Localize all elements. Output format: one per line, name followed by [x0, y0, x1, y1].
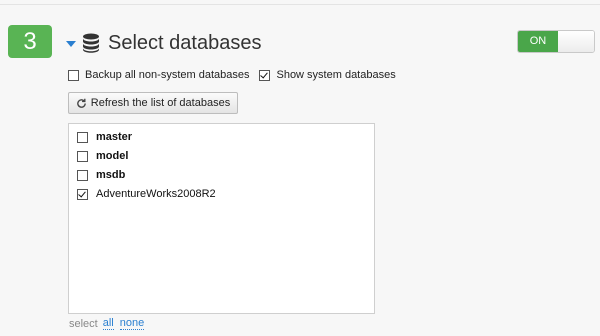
database-options: Backup all non-system databases Show sys… — [68, 69, 396, 81]
step-number-badge: 3 — [8, 25, 52, 58]
database-checkbox[interactable] — [77, 188, 88, 200]
select-none-link[interactable]: none — [119, 317, 145, 330]
database-checkbox[interactable] — [77, 169, 88, 181]
top-divider — [0, 4, 600, 5]
select-all-link[interactable]: all — [102, 317, 114, 330]
database-name: msdb — [96, 169, 126, 181]
database-item[interactable]: AdventureWorks2008R2 — [77, 188, 216, 200]
database-name: master — [96, 131, 133, 143]
show-system-databases-checkbox[interactable] — [259, 69, 271, 81]
database-checkbox[interactable] — [77, 131, 88, 143]
database-checkbox[interactable] — [77, 150, 88, 162]
section-title: Select databases — [108, 31, 262, 54]
backup-all-nonsystem-label: Backup all non-system databases — [85, 69, 250, 81]
collapse-caret-icon[interactable] — [66, 41, 76, 47]
database-item[interactable]: master — [77, 131, 132, 143]
toggle-knob[interactable] — [558, 31, 594, 52]
show-system-databases-option[interactable]: Show system databases — [259, 69, 396, 81]
show-system-databases-label: Show system databases — [276, 69, 396, 81]
refresh-databases-label: Refresh the list of databases — [90, 97, 231, 109]
section-header[interactable]: Select databases — [66, 28, 261, 58]
select-links: select all none — [69, 317, 150, 330]
database-item[interactable]: model — [77, 150, 128, 162]
database-list[interactable]: master model msdb AdventureWorks2008R2 — [68, 123, 375, 314]
select-label: select — [69, 317, 98, 330]
database-item[interactable]: msdb — [77, 169, 125, 181]
backup-all-nonsystem-option[interactable]: Backup all non-system databases — [68, 69, 249, 81]
database-icon — [83, 33, 99, 53]
toggle-on-label: ON — [518, 31, 558, 52]
refresh-databases-button[interactable]: Refresh the list of databases — [68, 92, 238, 114]
database-name: model — [96, 150, 129, 162]
refresh-icon — [76, 98, 86, 108]
section-toggle[interactable]: ON — [517, 30, 595, 53]
database-name: AdventureWorks2008R2 — [96, 188, 216, 200]
backup-all-nonsystem-checkbox[interactable] — [68, 69, 79, 81]
